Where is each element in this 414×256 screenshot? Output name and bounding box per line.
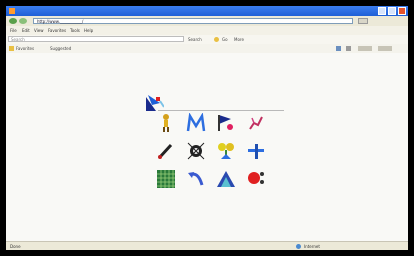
page-content (6, 53, 408, 241)
favorites-star-icon (9, 46, 14, 51)
search-button[interactable]: Search (188, 37, 202, 42)
go-button[interactable] (358, 18, 368, 24)
globe-icon (296, 244, 301, 249)
menu-item-view[interactable]: View (34, 28, 44, 33)
menu-item-favorites[interactable]: Favorites (48, 28, 66, 33)
splat-icon[interactable] (186, 141, 206, 161)
go-toolbar-button[interactable]: Go (222, 37, 228, 42)
triangle-icon[interactable] (216, 169, 236, 189)
tools-menu-icon[interactable] (378, 46, 392, 51)
search-input[interactable]: Search (8, 36, 184, 42)
minimize-button[interactable] (378, 7, 386, 15)
address-input[interactable]: http://www.___________/ (33, 18, 353, 24)
forward-icon[interactable] (19, 18, 27, 24)
runner-icon[interactable] (246, 113, 266, 133)
address-text: http://www.___________/ (37, 19, 84, 24)
more-button[interactable]: More (234, 37, 244, 42)
menu-item-file[interactable]: File (10, 28, 17, 33)
grid-icon[interactable] (156, 169, 176, 189)
close-button[interactable] (398, 7, 406, 15)
hammer-icon[interactable] (246, 141, 266, 161)
status-bar: Done Internet (6, 241, 408, 250)
title-bar (6, 6, 408, 16)
menu-item-edit[interactable]: Edit (22, 28, 30, 33)
print-icon[interactable] (346, 46, 351, 51)
toolbar-star-icon (214, 37, 219, 42)
flag-icon[interactable] (216, 113, 236, 133)
window-icon (9, 8, 15, 14)
divider (158, 110, 284, 111)
m-letter-icon[interactable] (186, 113, 206, 133)
menu-item-tools[interactable]: Tools (70, 28, 80, 33)
browser-window: http://www.___________/ File Edit View F… (6, 6, 408, 250)
status-text: Done (10, 244, 21, 249)
zone-text: Internet (304, 244, 320, 249)
search-placeholder: Search (11, 37, 25, 42)
red-dots-icon[interactable] (246, 169, 266, 189)
back-icon[interactable] (9, 18, 17, 24)
maximize-button[interactable] (388, 7, 396, 15)
flower-icon[interactable] (216, 141, 236, 161)
arrow-icon[interactable] (186, 169, 206, 189)
page-menu-icon[interactable] (358, 46, 372, 51)
pen-icon[interactable] (156, 141, 176, 161)
favorites-link[interactable]: Favorites (16, 46, 34, 51)
menu-item-help[interactable]: Help (84, 28, 93, 33)
home-icon[interactable] (336, 46, 341, 51)
suggested-link[interactable]: Suggested (50, 46, 71, 51)
figure-icon[interactable] (156, 113, 176, 133)
